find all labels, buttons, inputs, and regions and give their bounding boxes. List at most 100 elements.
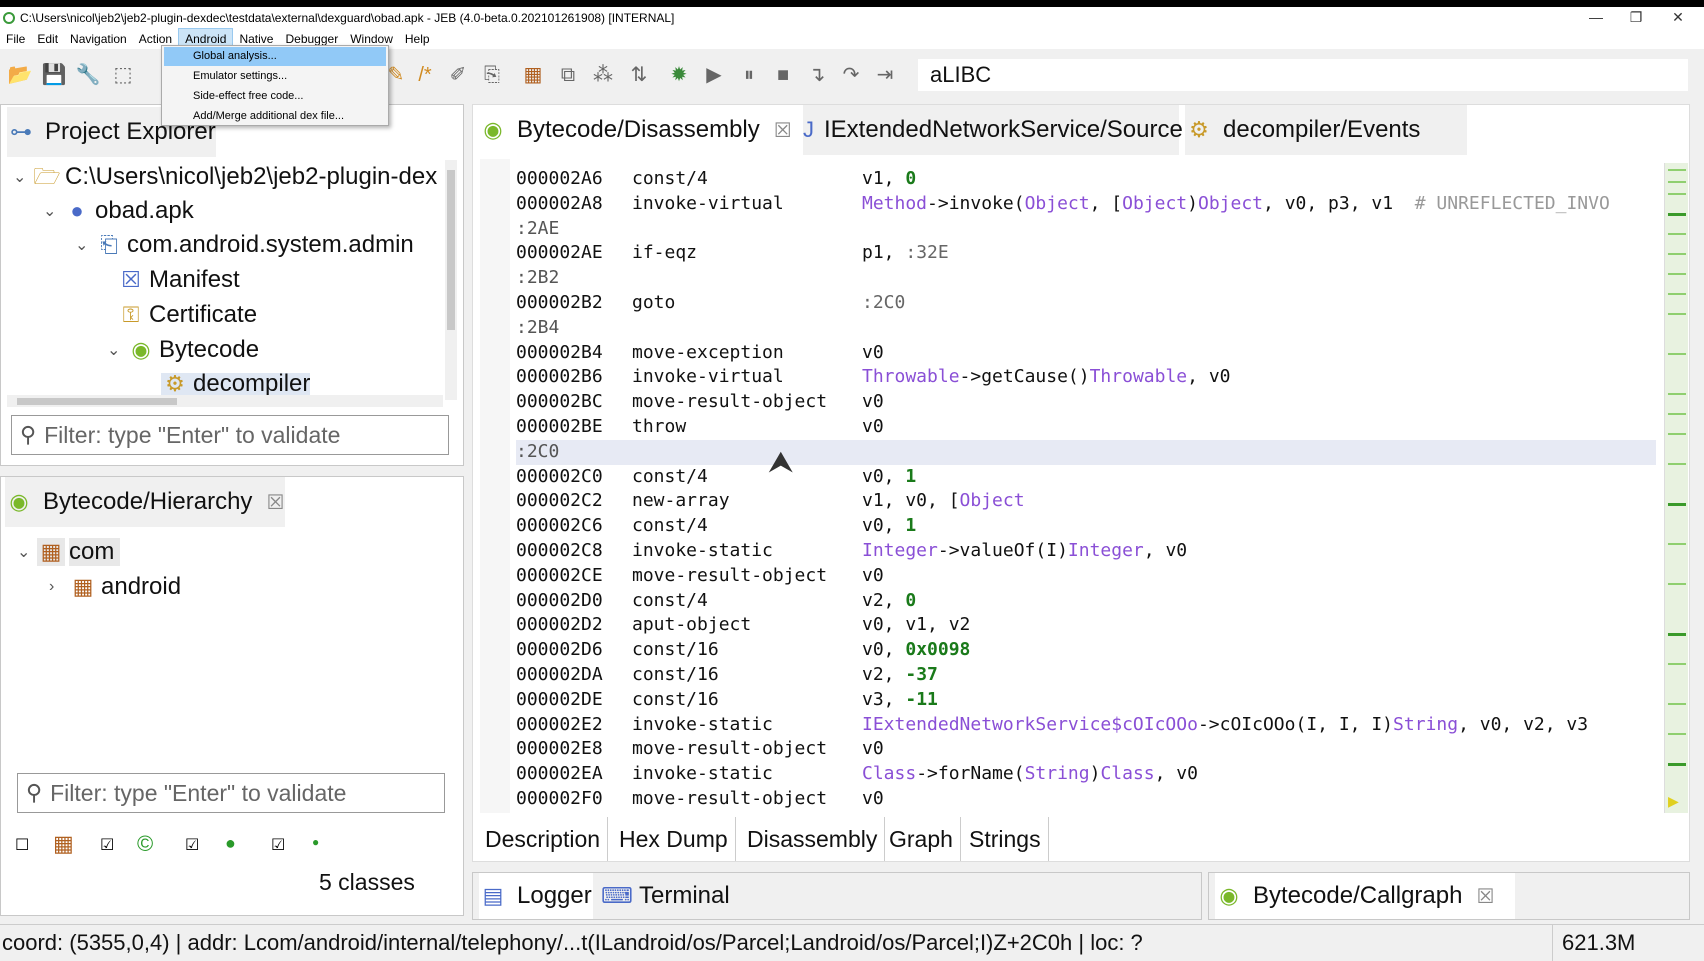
code-line: 000002A6 const/4 v1, 0	[516, 166, 916, 191]
instruction-operand: Throwable	[1089, 366, 1188, 388]
properties-icon[interactable]: 🔧	[75, 62, 101, 88]
tree-item-certificate[interactable]: ⚿ Certificate	[117, 298, 257, 332]
instruction-address: 000002A6	[516, 168, 603, 189]
tree-item-package[interactable]: ⌄ ⎗ com.android.system.admin	[75, 228, 414, 262]
tab-bytecode-disassembly[interactable]: ◉ Bytecode/Disassembly ☒	[479, 105, 795, 155]
code-line: 000002D0 const/4 v2, 0	[516, 588, 916, 613]
debug-icon[interactable]: ✹	[666, 62, 692, 88]
chevron-down-icon[interactable]: ⌄	[107, 340, 127, 360]
instruction-operand: v0,	[862, 639, 906, 661]
run-icon[interactable]: ▶	[701, 62, 727, 88]
vertical-scrollbar[interactable]	[445, 160, 457, 400]
instruction-opcode: move-exception	[632, 341, 784, 363]
save-icon[interactable]: 💾	[41, 62, 67, 88]
tab-bytecode-hierarchy[interactable]: ◉ Bytecode/Hierarchy ☒	[5, 477, 285, 527]
tab-bytecode-callgraph[interactable]: ◉ Bytecode/Callgraph ☒	[1215, 873, 1515, 919]
instruction-operand: , [	[1089, 192, 1123, 214]
tab-strings[interactable]: Strings	[962, 817, 1049, 861]
tree-item-android[interactable]: › ▦ android	[49, 570, 181, 604]
code-line: 000002E8 move-result-object v0	[516, 736, 884, 761]
tab-description[interactable]: Description	[478, 817, 609, 861]
tab-logger[interactable]: ▤ Logger	[479, 873, 593, 919]
search-input[interactable]: aLIBC	[918, 59, 1688, 91]
checkbox-classes[interactable]: ☑	[100, 835, 114, 855]
comment-icon[interactable]: /*	[412, 62, 438, 88]
checkbox-packages[interactable]: ☐	[15, 835, 29, 855]
tree-item-label: obad.apk	[95, 197, 194, 224]
hierarchy-filter-input[interactable]: ⚲ Filter: type "Enter" to validate	[17, 773, 445, 813]
stop-icon[interactable]: ■	[770, 62, 796, 88]
package-icon[interactable]: ▦	[520, 62, 546, 88]
tab-disassembly[interactable]: Disassembly	[740, 817, 886, 861]
status-bar: coord: (5355,0,4) | addr: Lcom/android/i…	[0, 924, 1704, 961]
menu-item-add-merge-dex[interactable]: Add/Merge additional dex file...	[164, 107, 386, 126]
classes-count: 5 classes	[319, 869, 415, 895]
overview-ruler[interactable]: ▶	[1664, 163, 1688, 813]
pause-icon[interactable]: ⏸	[736, 62, 762, 88]
field-icon: ●	[312, 835, 320, 849]
menu-file[interactable]: File	[0, 29, 31, 49]
checkbox-fields[interactable]: ☑	[271, 835, 285, 855]
code-line: 000002D6 const/16 v0, 0x0098	[516, 637, 970, 662]
instruction-operand: ->valueOf(I)	[937, 540, 1068, 561]
tab-graph[interactable]: Graph	[882, 817, 961, 861]
tree-item-apk[interactable]: ⌄ ● obad.apk	[43, 194, 194, 228]
chevron-down-icon[interactable]: ⌄	[43, 201, 63, 221]
instruction-operand: , v0, p3, v1	[1263, 192, 1415, 214]
chevron-down-icon[interactable]: ⌄	[13, 167, 33, 187]
tab-decompiler-events[interactable]: ⚙ decompiler/Events	[1185, 105, 1467, 155]
rename-icon[interactable]: ✐	[445, 62, 471, 88]
graph-icon[interactable]: ⁂	[590, 62, 616, 88]
project-filter-input[interactable]: ⚲ Filter: type "Enter" to validate	[11, 415, 449, 455]
navigate-icon[interactable]: ⎘	[479, 62, 505, 88]
restore-button[interactable]: ❐	[1616, 7, 1656, 29]
instruction-address: 000002B6	[516, 366, 603, 388]
menu-edit[interactable]: Edit	[31, 29, 64, 49]
chevron-right-icon[interactable]: ›	[49, 578, 69, 596]
memory-usage: 621.3M	[1562, 930, 1636, 955]
tree-item-bytecode[interactable]: ⌄ ◉ Bytecode	[107, 333, 259, 367]
menu-help[interactable]: Help	[399, 29, 436, 49]
scrollbar-thumb[interactable]	[447, 170, 455, 330]
label-text: :2B2	[516, 267, 560, 289]
instruction-opcode: invoke-virtual	[632, 366, 784, 388]
label-text: :2AE	[516, 217, 560, 239]
export-icon[interactable]: ⬚	[110, 62, 136, 88]
tree-item-decompiler[interactable]: ⚙ decompiler	[161, 373, 311, 395]
minimize-button[interactable]: —	[1576, 7, 1616, 29]
close-tab-icon[interactable]: ☒	[266, 490, 284, 515]
menu-navigation[interactable]: Navigation	[64, 29, 133, 49]
close-window-button[interactable]: ✕	[1658, 7, 1698, 29]
tab-terminal[interactable]: ⌨ Terminal	[601, 873, 730, 919]
chevron-down-icon[interactable]: ⌄	[17, 542, 37, 562]
tree-item-root[interactable]: ⌄ 🗁 C:\Users\nicol\jeb2\jeb2-plugin-dex	[13, 160, 437, 194]
instruction-address: 000002AE	[516, 242, 603, 264]
tab-iextendednetworkservice-source[interactable]: J IExtendedNetworkService/Source	[803, 105, 1183, 155]
console-panel: ▤ Logger ⌨ Terminal	[472, 872, 1202, 920]
instruction-operand: 0	[905, 589, 917, 611]
step-out-icon[interactable]: ⇥	[872, 62, 898, 88]
package-icon: ▦	[53, 831, 74, 856]
hierarchy-icon[interactable]: ⇅	[626, 62, 652, 88]
step-into-icon[interactable]: ↴	[804, 62, 830, 88]
tree-item-com[interactable]: ⌄ ▦ com	[17, 535, 121, 569]
code-line: 000002EA invoke-static Class->forName(Stri…	[516, 761, 1198, 786]
horizontal-scrollbar[interactable]	[7, 395, 443, 407]
menu-item-side-effect-free-code[interactable]: Side-effect free code...	[164, 87, 386, 106]
close-tab-icon[interactable]: ☒	[774, 118, 792, 143]
chevron-down-icon[interactable]: ⌄	[75, 235, 95, 255]
tree-icon: ⊶	[10, 119, 32, 144]
menu-item-global-analysis[interactable]: Global analysis...	[164, 47, 386, 66]
tree-item-manifest[interactable]: ☒ Manifest	[117, 263, 240, 297]
logger-icon: ▤	[482, 883, 504, 908]
open-folder-icon[interactable]: 📂	[7, 62, 33, 88]
checkbox-methods[interactable]: ☑	[185, 835, 199, 855]
menu-item-emulator-settings[interactable]: Emulator settings...	[164, 67, 386, 86]
close-tab-icon[interactable]: ☒	[1476, 884, 1494, 909]
step-over-icon[interactable]: ↷	[838, 62, 864, 88]
classes-icon[interactable]: ⧉	[555, 62, 581, 88]
instruction-operand: :32E	[905, 242, 949, 264]
scrollbar-thumb[interactable]	[17, 398, 177, 405]
instruction-address: 000002B4	[516, 341, 603, 363]
tab-hex-dump[interactable]: Hex Dump	[612, 817, 736, 861]
